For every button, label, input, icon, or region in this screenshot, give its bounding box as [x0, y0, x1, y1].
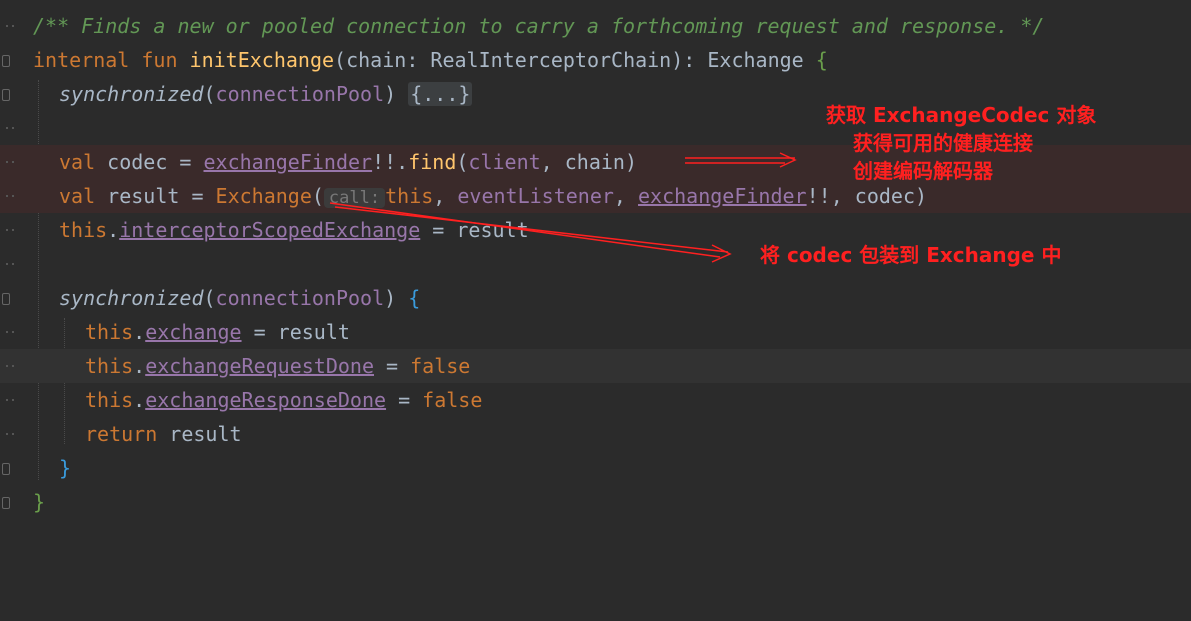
annotation-create-codec: 创建编码解码器 [853, 159, 993, 183]
arrow-codec [685, 152, 797, 168]
annotation-healthy-connection: 获得可用的健康连接 [853, 131, 1033, 155]
annotation-wrap-codec: 将 codec 包装到 Exchange 中 [760, 243, 1062, 267]
code-editor[interactable]: /** Finds a new or pooled connection to … [0, 0, 1191, 529]
annotation-get-codec: 获取 ExchangeCodec 对象 [826, 103, 1097, 127]
arrow-exchange [329, 202, 732, 263]
